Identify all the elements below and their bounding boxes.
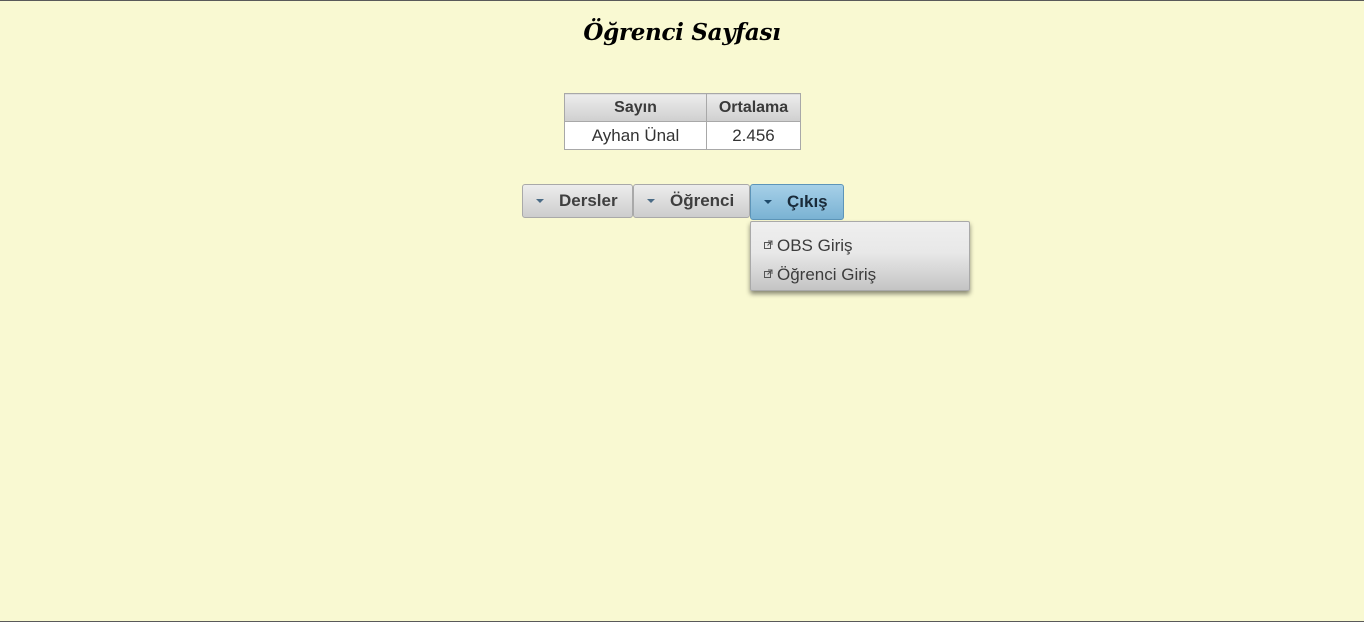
menu-cikis-button[interactable]: Çıkış [750, 184, 844, 220]
average-cell: 2.456 [706, 121, 801, 150]
table-row: Ayhan Ünal 2.456 [564, 121, 801, 150]
student-name-cell: Ayhan Ünal [564, 121, 707, 150]
dropdown-item-label: Öğrenci Giriş [777, 264, 877, 284]
dropdown-item-obs-giris[interactable]: OBS Giriş [751, 231, 969, 260]
cikis-dropdown-menu: OBS Giriş Öğrenci Giriş [750, 221, 970, 291]
page-title: Öğrenci Sayfası [583, 19, 781, 46]
menu-dersler-label: Dersler [559, 191, 618, 210]
menu-ogrenci-label: Öğrenci [670, 191, 735, 210]
table-header-row: Sayın Ortalama [564, 93, 801, 122]
menu-ogrenci-button[interactable]: Öğrenci [633, 184, 750, 218]
menu-cikis-label: Çıkış [787, 192, 828, 211]
triangle-down-icon [647, 199, 655, 203]
menu-dersler-button[interactable]: Dersler [522, 184, 633, 218]
student-info-table: Sayın Ortalama Ayhan Ünal 2.456 [564, 93, 801, 150]
triangle-down-icon [764, 200, 772, 204]
triangle-down-icon [536, 199, 544, 203]
dropdown-item-label: OBS Giriş [777, 235, 853, 255]
column-header-average: Ortalama [706, 93, 801, 122]
dropdown-item-ogrenci-giris[interactable]: Öğrenci Giriş [751, 260, 969, 289]
external-link-icon [764, 240, 773, 249]
column-header-name: Sayın [564, 93, 707, 122]
external-link-icon [764, 269, 773, 278]
